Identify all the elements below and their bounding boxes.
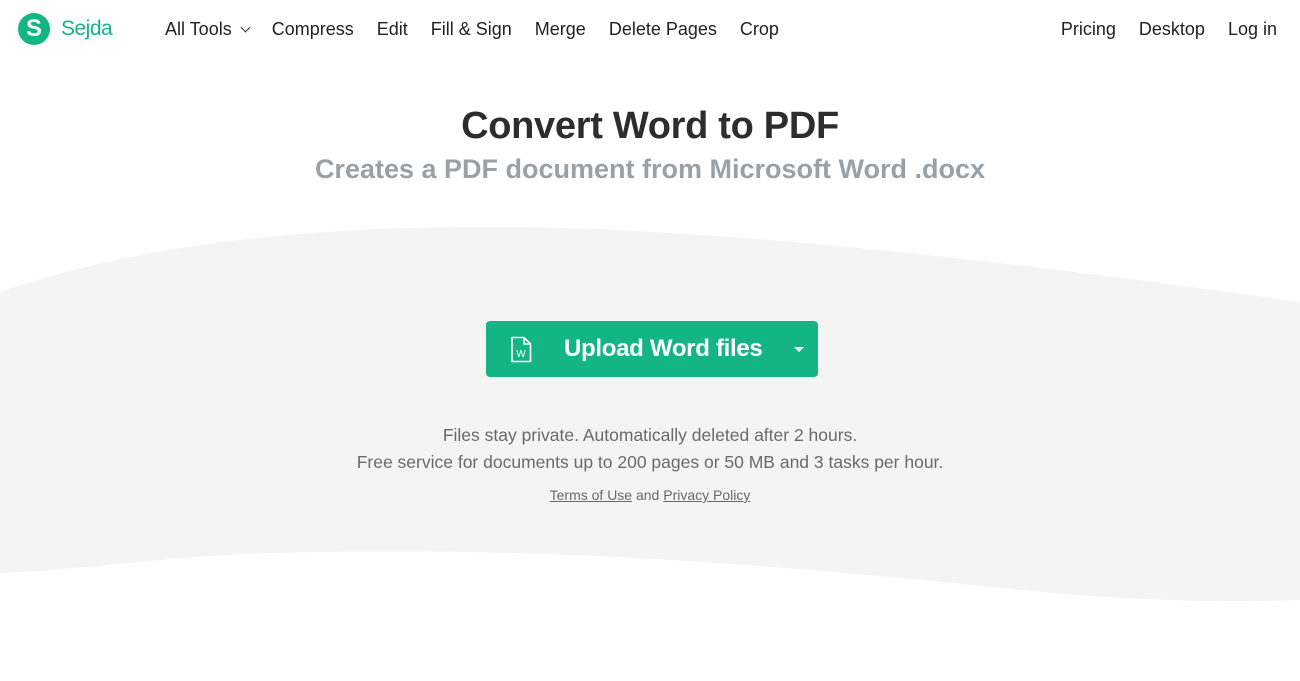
logo-badge-icon: S — [18, 13, 50, 45]
account-nav: Pricing Desktop Log in — [1038, 19, 1277, 40]
nav-pricing[interactable]: Pricing — [1061, 19, 1116, 40]
privacy-policy-link[interactable]: Privacy Policy — [663, 487, 750, 503]
wave-shape — [0, 226, 1300, 602]
nav-merge[interactable]: Merge — [535, 19, 586, 40]
nav-edit[interactable]: Edit — [377, 19, 408, 40]
nav-crop[interactable]: Crop — [740, 19, 779, 40]
hero: Convert Word to PDF Creates a PDF docume… — [0, 104, 1300, 186]
sejda-logo[interactable]: S Sejda — [18, 13, 113, 45]
main-nav: All Tools Compress Edit Fill & Sign Merg… — [165, 19, 802, 40]
caret-down-icon[interactable] — [794, 347, 804, 352]
nav-desktop[interactable]: Desktop — [1139, 19, 1205, 40]
page-title: Convert Word to PDF — [461, 105, 839, 147]
word-file-icon-letter: W — [516, 349, 526, 360]
top-navigation: S Sejda All Tools Compress Edit Fill & S… — [0, 0, 1300, 60]
nav-all-tools[interactable]: All Tools — [165, 19, 251, 40]
nav-all-tools-label: All Tools — [165, 19, 232, 39]
chevron-down-icon — [240, 22, 251, 32]
upload-info: Files stay private. Automatically delete… — [0, 422, 1300, 476]
logo-text: Sejda — [61, 17, 113, 40]
limits-note: Free service for documents up to 200 pag… — [356, 452, 944, 472]
legal-conjunction: and — [635, 487, 664, 503]
privacy-note: Files stay private. Automatically delete… — [442, 425, 858, 445]
word-file-icon: W — [511, 336, 532, 363]
upload-button-label: Upload Word files — [564, 335, 763, 362]
nav-fill-sign[interactable]: Fill & Sign — [431, 19, 512, 40]
nav-compress[interactable]: Compress — [272, 19, 354, 40]
upload-word-files-button[interactable]: W Upload Word files — [486, 321, 818, 377]
page-subtitle: Creates a PDF document from Microsoft Wo… — [314, 154, 986, 184]
nav-log-in[interactable]: Log in — [1228, 19, 1277, 40]
nav-delete-pages[interactable]: Delete Pages — [609, 19, 717, 40]
terms-of-use-link[interactable]: Terms of Use — [550, 487, 632, 503]
legal-links: Terms of Use and Privacy Policy — [0, 487, 1300, 503]
